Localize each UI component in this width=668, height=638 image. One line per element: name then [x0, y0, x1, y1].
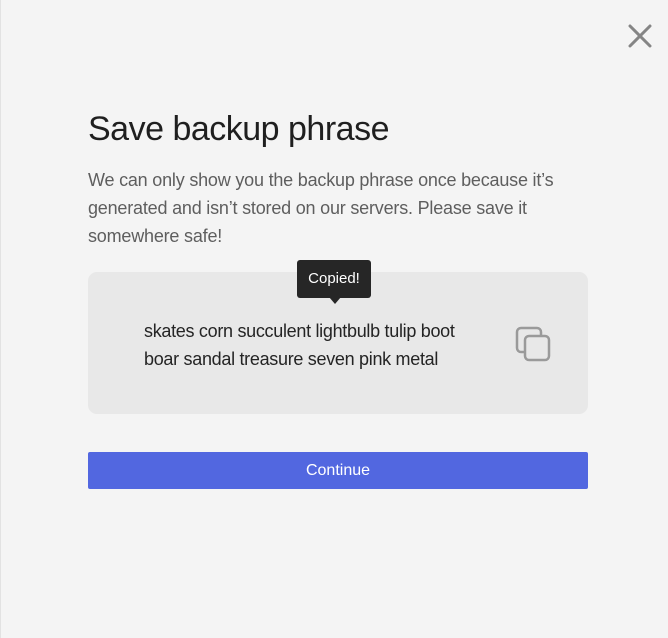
copied-tooltip: Copied! [297, 260, 371, 298]
copy-button[interactable] [515, 326, 553, 364]
dialog-title: Save backup phrase [88, 110, 389, 148]
dialog-description: We can only show you the backup phrase o… [88, 170, 554, 246]
copy-icon [515, 326, 551, 362]
close-button[interactable] [625, 21, 655, 51]
continue-button[interactable]: Continue [88, 452, 588, 489]
close-icon [628, 24, 652, 48]
backup-phrase-text: skates corn succulent lightbulb tulip bo… [144, 321, 455, 369]
tooltip-arrow [329, 297, 341, 304]
backup-phrase-modal: Save backup phrase We can only show you … [0, 0, 668, 638]
